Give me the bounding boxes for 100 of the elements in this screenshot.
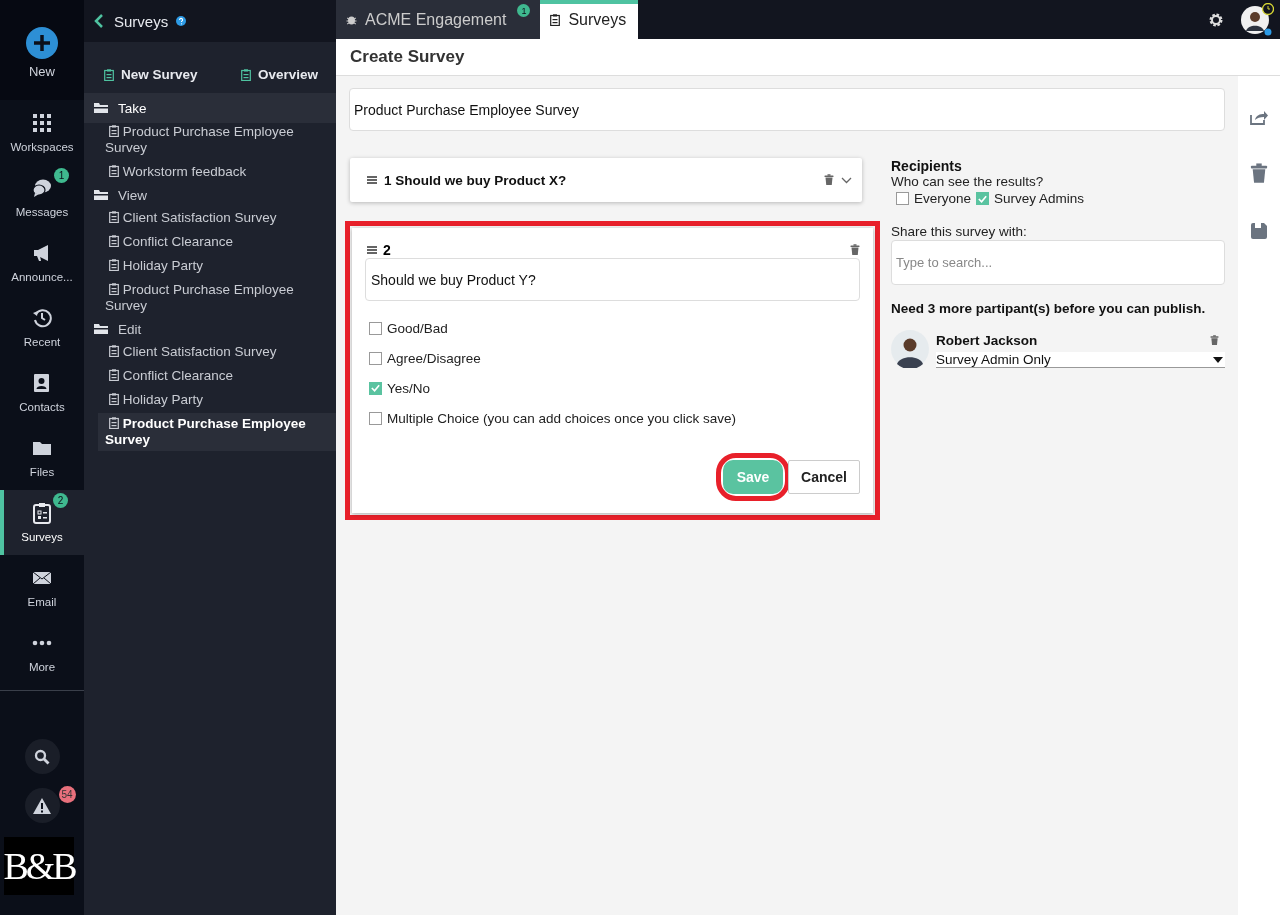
rail-item[interactable]: More xyxy=(0,620,84,685)
checkbox[interactable] xyxy=(369,381,382,395)
clipboard-icon xyxy=(109,417,119,429)
rail-item[interactable]: Contacts xyxy=(0,360,84,425)
user-avatar[interactable] xyxy=(1240,2,1274,37)
folder-row[interactable]: View xyxy=(84,185,336,205)
option-label: Agree/Disagree xyxy=(387,350,481,366)
survey-item[interactable]: Client Satisfaction Survey xyxy=(84,207,336,229)
survey-item[interactable]: Client Satisfaction Survey xyxy=(84,341,336,363)
checkbox[interactable] xyxy=(369,411,382,425)
folder-row[interactable]: Take xyxy=(84,93,336,123)
role-dropdown[interactable]: Survey Admin Only xyxy=(936,352,1225,368)
sidebar-action[interactable]: Overview xyxy=(240,67,318,82)
save-icon[interactable] xyxy=(1250,221,1268,240)
question-title: 1 Should we buy Product X? xyxy=(384,172,567,188)
folder-icon xyxy=(93,189,109,201)
settings-icon xyxy=(1208,11,1224,28)
field-label: Share this survey with: xyxy=(891,224,1028,239)
folder-label: Take xyxy=(118,100,147,116)
participant-name: Robert Jackson xyxy=(936,333,1038,348)
back-icon[interactable] xyxy=(94,13,104,29)
survey-item[interactable]: Workstorm feedback xyxy=(84,161,336,183)
checkbox-label: Everyone xyxy=(914,191,972,206)
rail-item[interactable]: Email xyxy=(0,555,84,620)
drag-handle-icon[interactable] xyxy=(367,246,377,254)
help-icon[interactable] xyxy=(176,16,187,26)
rail-item[interactable]: 1 Messages xyxy=(0,165,84,230)
contact-book-icon xyxy=(33,373,51,393)
envelope-icon xyxy=(32,571,52,585)
section-title: Recipients xyxy=(891,158,963,174)
trash-icon[interactable] xyxy=(1210,335,1219,346)
count-badge: 1 xyxy=(54,168,69,183)
clipboard-icon xyxy=(109,393,119,405)
count-badge: 54 xyxy=(58,786,76,803)
plus-icon xyxy=(26,27,58,59)
alerts-button[interactable] xyxy=(24,788,60,823)
clipboard-icon xyxy=(550,13,561,26)
folder-label: View xyxy=(118,187,148,203)
clipboard-icon xyxy=(109,259,119,271)
survey-item[interactable]: Product Purchase Employee Survey xyxy=(84,121,336,159)
option-label: Multiple Choice (you can add choices once you click save) xyxy=(387,410,736,426)
trash-icon[interactable] xyxy=(824,174,834,186)
question-card[interactable]: 1 Should we buy Product X? xyxy=(350,158,862,202)
trash-icon[interactable] xyxy=(1250,163,1268,184)
share-icon[interactable] xyxy=(1250,110,1268,125)
count-badge: 2 xyxy=(53,493,68,508)
folder-row[interactable]: Edit xyxy=(84,319,336,339)
survey-item[interactable]: Holiday Party xyxy=(84,389,336,411)
rail-item[interactable]: Workspaces xyxy=(0,100,84,165)
clipboard-icon xyxy=(104,68,114,81)
search-field[interactable]: Type to search... xyxy=(891,240,1225,285)
history-icon xyxy=(32,308,52,328)
folder-icon xyxy=(32,440,52,456)
clipboard-icon xyxy=(109,125,119,137)
clipboard-icon xyxy=(109,345,119,357)
clipboard-icon xyxy=(33,502,51,524)
survey-name-field[interactable]: Product Purchase Employee Survey xyxy=(349,88,1225,131)
checkbox[interactable] xyxy=(369,351,382,365)
search-icon xyxy=(34,748,50,765)
checkbox-label: Survey Admins xyxy=(994,191,1085,206)
survey-item[interactable]: Holiday Party xyxy=(84,255,336,277)
rail-item[interactable]: Announce... xyxy=(0,230,84,295)
trash-icon[interactable] xyxy=(850,244,860,256)
search-button[interactable] xyxy=(24,739,60,774)
bug-icon xyxy=(346,14,357,25)
tab[interactable]: Surveys xyxy=(540,0,639,39)
chat-bubbles-icon xyxy=(32,178,52,198)
clipboard-icon xyxy=(109,235,119,247)
notice-text: Need 3 more partipant(s) before you can publish. xyxy=(891,301,1207,316)
cancel-button[interactable]: Cancel xyxy=(788,460,860,494)
folder-icon xyxy=(93,102,109,114)
question-number: 2 xyxy=(383,242,391,258)
drag-handle-icon[interactable] xyxy=(367,176,377,184)
checkbox[interactable] xyxy=(896,192,909,205)
tab[interactable]: ACME Engagement 1 xyxy=(336,0,541,39)
clipboard-icon xyxy=(240,68,251,81)
rail-item[interactable]: Recent xyxy=(0,295,84,360)
clipboard-icon xyxy=(109,165,119,177)
checkbox[interactable] xyxy=(369,321,382,335)
question-label: Who can see the results? xyxy=(891,174,1045,189)
survey-item[interactable]: Product Purchase Employee Survey xyxy=(84,279,336,317)
avatar xyxy=(891,330,929,368)
survey-item[interactable]: Conflict Clearance xyxy=(84,365,336,387)
chevron-down-icon[interactable] xyxy=(841,176,852,184)
grid-icon xyxy=(32,113,52,133)
survey-item[interactable]: Conflict Clearance xyxy=(84,231,336,253)
more-icon xyxy=(32,640,52,646)
question-field[interactable]: Should we buy Product Y? xyxy=(365,258,860,301)
company-logo: B&B xyxy=(4,837,74,895)
count-badge: 1 xyxy=(517,4,531,17)
clipboard-icon xyxy=(109,369,119,381)
clipboard-icon xyxy=(109,283,119,295)
option-label: Good/Bad xyxy=(387,320,448,336)
survey-item[interactable]: Product Purchase Employee Survey xyxy=(98,413,336,451)
checkbox[interactable] xyxy=(976,192,990,205)
caret-icon xyxy=(1213,356,1223,363)
sidebar-action[interactable]: New Survey xyxy=(104,67,198,82)
rail-item[interactable]: Files xyxy=(0,425,84,490)
warning-icon xyxy=(32,796,52,815)
rail-item[interactable]: 2 Surveys xyxy=(0,490,84,555)
